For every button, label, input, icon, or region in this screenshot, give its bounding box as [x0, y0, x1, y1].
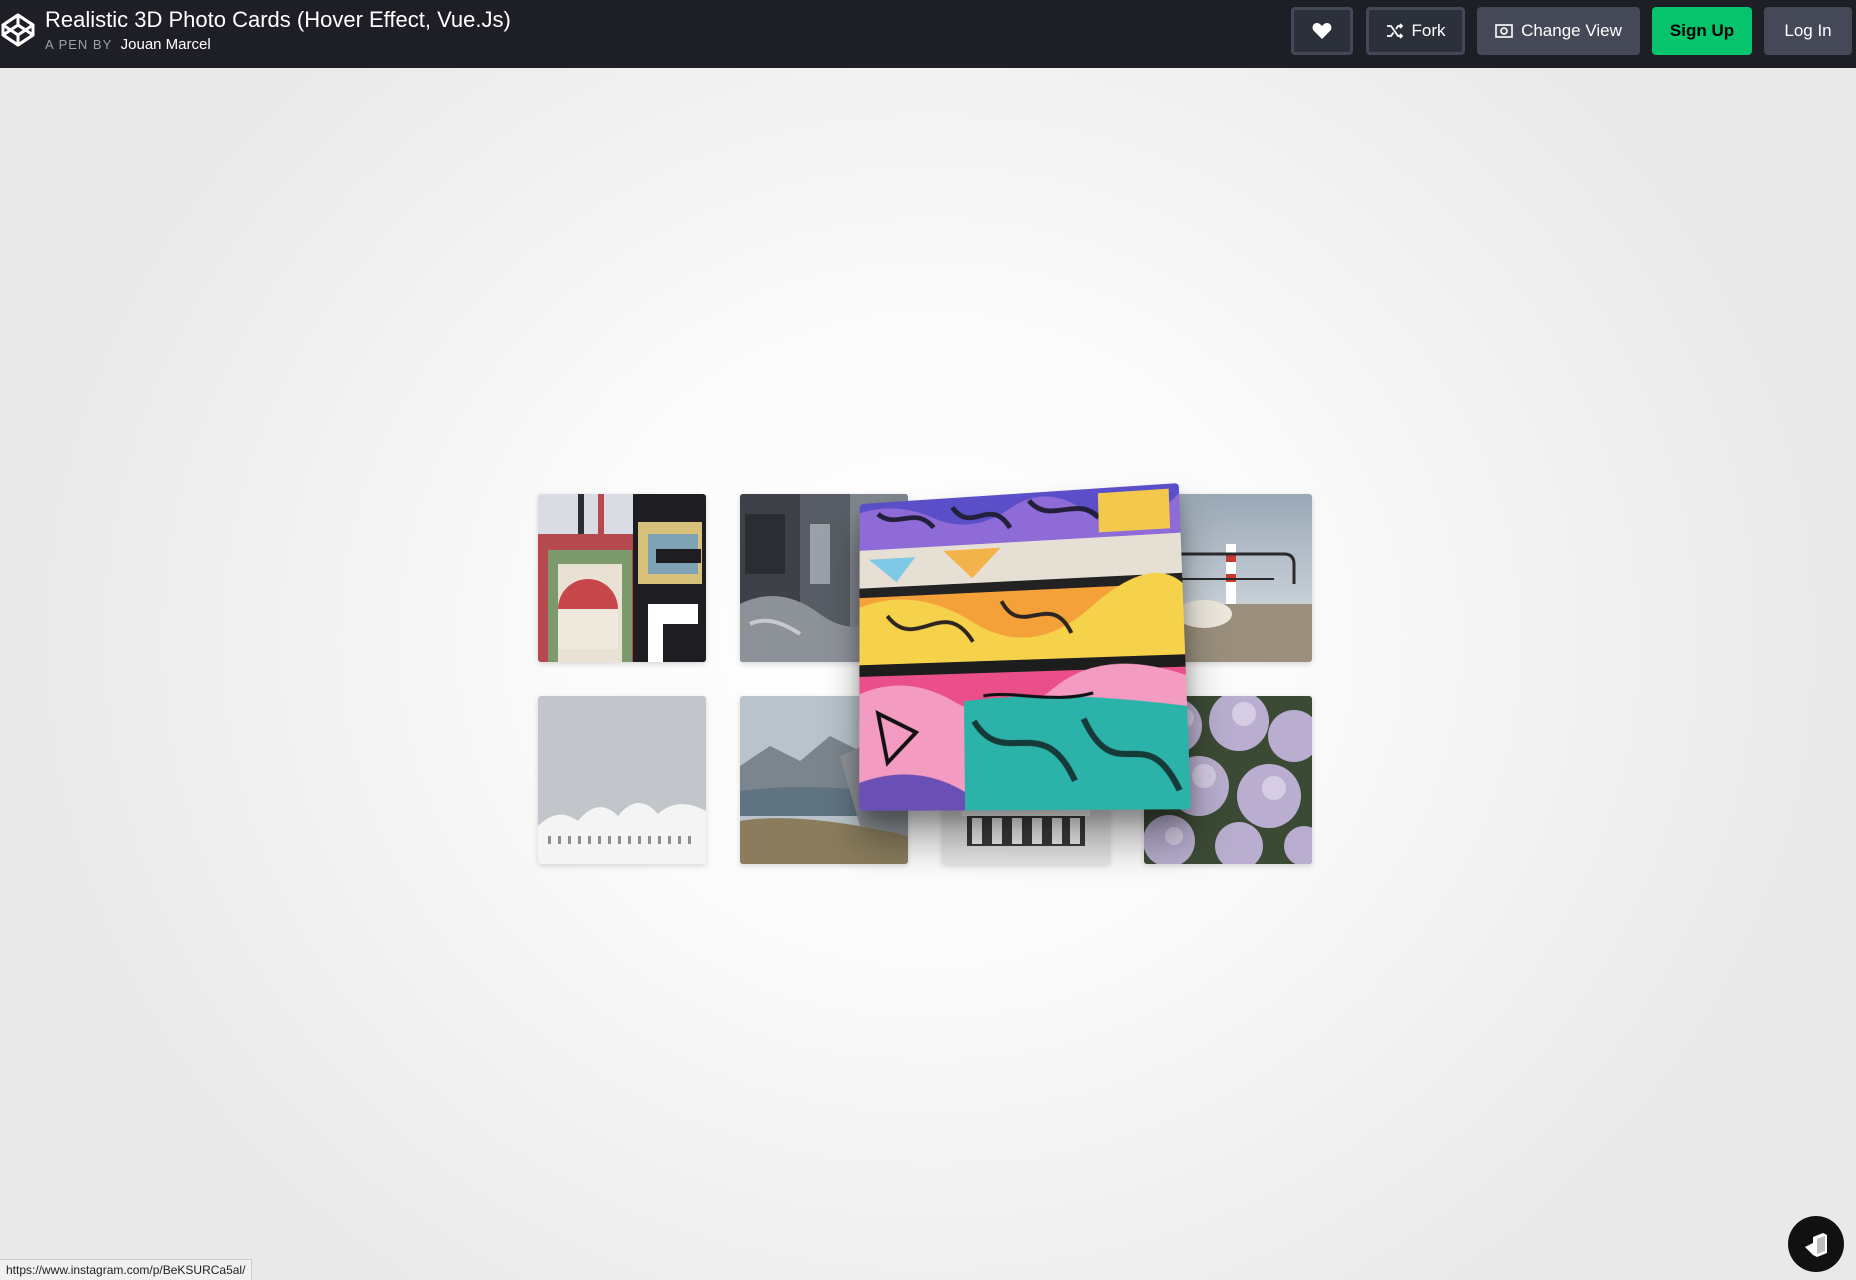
photo-wavy-building [538, 696, 706, 864]
byline-prefix: A PEN BY [45, 37, 112, 52]
photo-geometric-art [538, 494, 706, 662]
fork-label: Fork [1412, 21, 1446, 41]
photo-card-hovered[interactable] [859, 483, 1191, 811]
pen-byline: A PEN BY Jouan Marcel [45, 36, 211, 53]
photo-graffiti-wall [859, 483, 1191, 811]
photo-card[interactable] [538, 494, 706, 662]
change-view-icon [1495, 23, 1513, 39]
fork-icon [1386, 23, 1404, 39]
log-in-button[interactable]: Log In [1764, 7, 1852, 55]
result-stage [0, 68, 1856, 1280]
pen-title: Realistic 3D Photo Cards (Hover Effect, … [45, 7, 511, 33]
author-link[interactable]: Jouan Marcel [121, 36, 211, 53]
photo-card[interactable] [538, 696, 706, 864]
top-bar: Realistic 3D Photo Cards (Hover Effect, … [0, 0, 1856, 68]
sign-up-button[interactable]: Sign Up [1652, 7, 1752, 55]
heart-button[interactable] [1291, 7, 1353, 55]
floating-action-button[interactable] [1788, 1216, 1844, 1272]
status-url-bar: https://www.instagram.com/p/BeKSURCa5al/ [0, 1259, 252, 1280]
change-view-button[interactable]: Change View [1477, 7, 1640, 55]
change-view-label: Change View [1521, 21, 1622, 41]
codepen-logo-icon[interactable] [0, 12, 36, 48]
fab-icon [1799, 1227, 1833, 1261]
heart-icon [1312, 22, 1332, 40]
fork-button[interactable]: Fork [1366, 7, 1465, 55]
